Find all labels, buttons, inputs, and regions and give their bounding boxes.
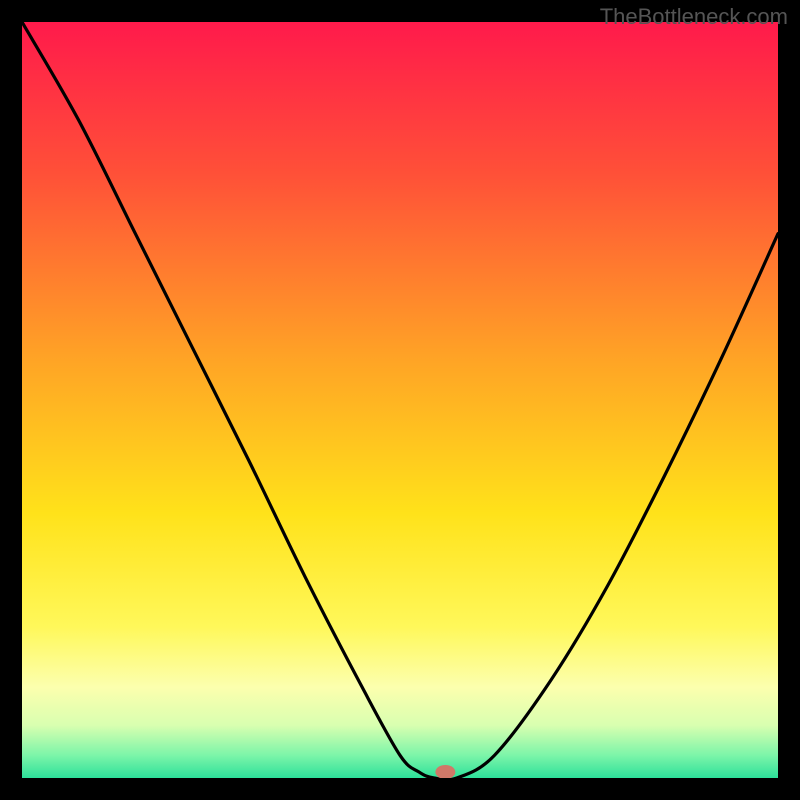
- chart-svg: [22, 22, 778, 778]
- chart-frame: [22, 22, 778, 778]
- watermark-text: TheBottleneck.com: [600, 4, 788, 30]
- chart-background: [22, 22, 778, 778]
